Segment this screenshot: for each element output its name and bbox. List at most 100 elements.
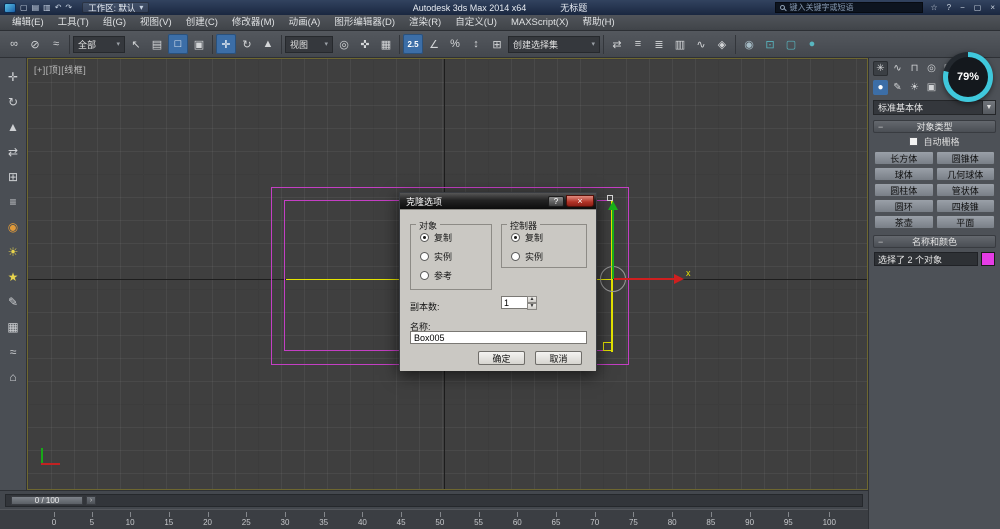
use-pivot-center-icon[interactable]: ◎ <box>334 34 354 54</box>
viewport-label[interactable]: [+][顶][线框] <box>34 63 86 76</box>
search-input[interactable]: 键入关键字或短语 <box>775 2 923 13</box>
star-icon[interactable]: ★ <box>4 268 22 286</box>
primitive-button[interactable]: 管状体 <box>936 183 996 197</box>
select-rotate-icon[interactable]: ↻ <box>237 34 257 54</box>
render-production-icon[interactable]: ● <box>802 34 822 54</box>
time-slider-handle[interactable]: 0 / 100 <box>11 496 83 505</box>
gizmo-y-axis[interactable] <box>612 209 614 279</box>
cancel-button[interactable]: 取消 <box>535 351 582 365</box>
radio-copy[interactable]: 复制 <box>420 231 491 244</box>
name-color-rollout-header[interactable]: − 名称和颜色 <box>873 235 996 248</box>
radio-instance[interactable]: 实例 <box>420 250 491 263</box>
modify-tab-icon[interactable]: ∿ <box>890 61 905 76</box>
window-crossing-icon[interactable]: ▣ <box>189 34 209 54</box>
schematic-view-icon[interactable]: ◈ <box>712 34 732 54</box>
radio-button-icon[interactable] <box>420 271 429 280</box>
radio-button-icon[interactable] <box>511 233 520 242</box>
render-setup-icon[interactable]: ⊡ <box>760 34 780 54</box>
help-icon[interactable]: ? <box>945 3 953 12</box>
object-type-rollout-header[interactable]: − 对象类型 <box>873 120 996 133</box>
primitive-button[interactable]: 圆锥体 <box>936 151 996 165</box>
selection-filter-dropdown[interactable]: 全部▾ <box>73 36 125 53</box>
menu-item[interactable]: 动画(A) <box>282 15 328 31</box>
mirror-icon[interactable]: ⇄ <box>4 143 22 161</box>
gizmo-y-arrowhead[interactable] <box>608 201 618 210</box>
motion-tab-icon[interactable]: ◎ <box>924 61 939 76</box>
align-icon[interactable]: ≡ <box>4 193 22 211</box>
shape-icon[interactable]: ✎ <box>4 293 22 311</box>
clone-name-input[interactable] <box>410 331 587 344</box>
primitive-button[interactable]: 平面 <box>936 215 996 229</box>
select-scale-icon[interactable]: ▲ <box>258 34 278 54</box>
object-name-field[interactable]: 选择了 2 个对象 <box>874 252 978 266</box>
maximize-button[interactable]: ▢ <box>972 3 984 12</box>
gizmo-x-axis[interactable] <box>614 278 674 280</box>
curve-editor-icon[interactable]: ∿ <box>691 34 711 54</box>
rendered-frame-icon[interactable]: ▢ <box>781 34 801 54</box>
material-editor-icon[interactable]: ◉ <box>739 34 759 54</box>
light-icon[interactable]: ☀ <box>4 243 22 261</box>
gizmo-x-arrowhead[interactable] <box>674 274 684 284</box>
geometry-subtab-icon[interactable]: ● <box>873 80 888 95</box>
select-link-icon[interactable]: ∞ <box>4 34 24 54</box>
radio-controller-copy[interactable]: 复制 <box>511 231 586 244</box>
radio-controller-instance[interactable]: 实例 <box>511 250 586 263</box>
home-icon[interactable]: ⌂ <box>4 368 22 386</box>
next-frame-button[interactable]: › <box>86 496 96 505</box>
align-icon[interactable]: ≡ <box>628 34 648 54</box>
menu-item[interactable]: 工具(T) <box>51 15 96 31</box>
dialog-close-button[interactable]: × <box>566 195 594 207</box>
favorites-star-icon[interactable]: ☆ <box>928 3 939 12</box>
select-object-icon[interactable]: ↖ <box>126 34 146 54</box>
radio-button-icon[interactable] <box>420 252 429 261</box>
copies-input[interactable] <box>501 296 527 309</box>
spinner-up-icon[interactable]: ▲ <box>527 296 537 303</box>
track-bar[interactable]: 0510152025303540455055606570758085909510… <box>0 509 868 529</box>
menu-item[interactable]: 编辑(E) <box>5 15 51 31</box>
layer-manager-icon[interactable]: ≣ <box>649 34 669 54</box>
menu-item[interactable]: 渲染(R) <box>402 15 448 31</box>
time-slider-track[interactable]: 0 / 100 › <box>5 494 863 507</box>
grid-icon[interactable]: ▦ <box>4 318 22 336</box>
scale-icon[interactable]: ▲ <box>4 118 22 136</box>
named-sets-icon[interactable]: ⊞ <box>487 34 507 54</box>
dialog-title-bar[interactable]: 克隆选项 ? × <box>400 193 596 209</box>
autogrid-checkbox[interactable] <box>909 137 918 146</box>
radio-reference[interactable]: 参考 <box>420 269 491 282</box>
cameras-subtab-icon[interactable]: ▣ <box>924 80 939 95</box>
undo-icon[interactable]: ↶ <box>55 3 62 13</box>
angle-snap-icon[interactable]: ∠ <box>424 34 444 54</box>
save-icon[interactable]: ▥ <box>43 3 51 13</box>
primitive-category-dropdown[interactable]: 标准基本体 ▼ <box>873 100 996 115</box>
reference-coordinate-dropdown[interactable]: 视图▾ <box>285 36 333 53</box>
select-by-name-icon[interactable]: ▤ <box>147 34 167 54</box>
redo-icon[interactable]: ↷ <box>65 3 72 13</box>
unlink-icon[interactable]: ⊘ <box>25 34 45 54</box>
menu-item[interactable]: 图形编辑器(D) <box>327 15 402 31</box>
menu-item[interactable]: 帮助(H) <box>575 15 621 31</box>
primitive-button[interactable]: 几何球体 <box>936 167 996 181</box>
move-icon[interactable]: ✛ <box>4 68 22 86</box>
keyboard-override-icon[interactable]: ▦ <box>376 34 396 54</box>
bind-spacewarp-icon[interactable]: ≈ <box>46 34 66 54</box>
minimize-button[interactable]: − <box>958 3 967 12</box>
percent-snap-icon[interactable]: % <box>445 34 465 54</box>
create-tab-icon[interactable]: ✳ <box>873 61 888 76</box>
menu-item[interactable]: 组(G) <box>96 15 133 31</box>
dialog-help-button[interactable]: ? <box>548 196 564 207</box>
new-file-icon[interactable]: ▢ <box>20 3 28 13</box>
menu-item[interactable]: MAXScript(X) <box>504 15 576 31</box>
menu-item[interactable]: 自定义(U) <box>448 15 504 31</box>
select-move-icon[interactable]: ✛ <box>216 34 236 54</box>
spinner-snap-icon[interactable]: ↕ <box>466 34 486 54</box>
menu-item[interactable]: 修改器(M) <box>225 15 282 31</box>
primitive-button[interactable]: 四棱锥 <box>936 199 996 213</box>
radio-button-icon[interactable] <box>420 233 429 242</box>
mirror-icon[interactable]: ⇄ <box>607 34 627 54</box>
shapes-subtab-icon[interactable]: ✎ <box>890 80 905 95</box>
ribbon-icon[interactable]: ▥ <box>670 34 690 54</box>
close-button[interactable]: × <box>988 3 997 12</box>
menu-item[interactable]: 视图(V) <box>133 15 179 31</box>
open-file-icon[interactable]: ▤ <box>32 3 40 13</box>
lights-subtab-icon[interactable]: ☀ <box>907 80 922 95</box>
